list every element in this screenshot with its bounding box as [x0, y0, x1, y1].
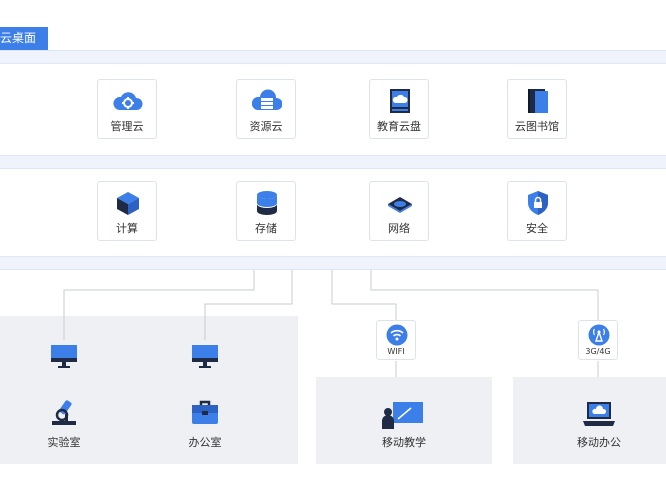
- card-compute[interactable]: 计算: [97, 181, 157, 241]
- card-label: 网络: [388, 222, 410, 235]
- microscope-icon: [52, 400, 76, 425]
- monitor-icon: [51, 345, 77, 368]
- connector-label: 3G/4G: [585, 347, 611, 356]
- endpoint-label: 移动教学: [382, 436, 426, 449]
- network-icon: [388, 197, 412, 213]
- card-label: 存储: [255, 222, 277, 235]
- connector-mobile-network[interactable]: 3G/4G: [578, 320, 618, 360]
- antenna-icon: [588, 324, 610, 346]
- endpoint-label: 移动办公: [577, 436, 621, 449]
- endpoint-label: 实验室: [47, 436, 81, 449]
- endpoint-label: 办公室: [188, 436, 222, 449]
- cloud-gear-icon: [113, 92, 143, 110]
- briefcase-icon: [192, 400, 218, 424]
- monitor-icon: [192, 345, 218, 368]
- card-resource-cloud[interactable]: 资源云: [236, 79, 296, 139]
- card-management-cloud[interactable]: 管理云: [97, 79, 157, 139]
- cloud-drive-icon: [390, 89, 410, 113]
- card-label: 教育云盘: [377, 120, 421, 133]
- cloud-server-icon: [252, 89, 282, 110]
- laptop-cloud-icon: [583, 402, 615, 426]
- wifi-icon: [386, 324, 408, 346]
- shield-lock-icon: [528, 191, 548, 215]
- card-cloud-library[interactable]: 云图书馆: [507, 79, 567, 139]
- card-label: 管理云: [110, 120, 144, 133]
- card-education-drive[interactable]: 教育云盘: [369, 79, 429, 139]
- card-label: 资源云: [249, 120, 283, 133]
- card-label: 安全: [526, 222, 548, 235]
- connector-lines: [63, 270, 599, 377]
- card-label: 云图书馆: [515, 120, 559, 133]
- card-security[interactable]: 安全: [507, 181, 567, 241]
- cube-icon: [117, 192, 139, 215]
- cloud-book-icon: [528, 89, 548, 113]
- connector-wifi[interactable]: WIFI: [376, 320, 416, 360]
- card-label: 计算: [116, 222, 138, 235]
- database-icon: [257, 191, 277, 215]
- teacher-board-icon: [382, 402, 423, 429]
- card-network[interactable]: 网络: [369, 181, 429, 241]
- card-storage[interactable]: 存储: [236, 181, 296, 241]
- connector-label: WIFI: [387, 347, 405, 356]
